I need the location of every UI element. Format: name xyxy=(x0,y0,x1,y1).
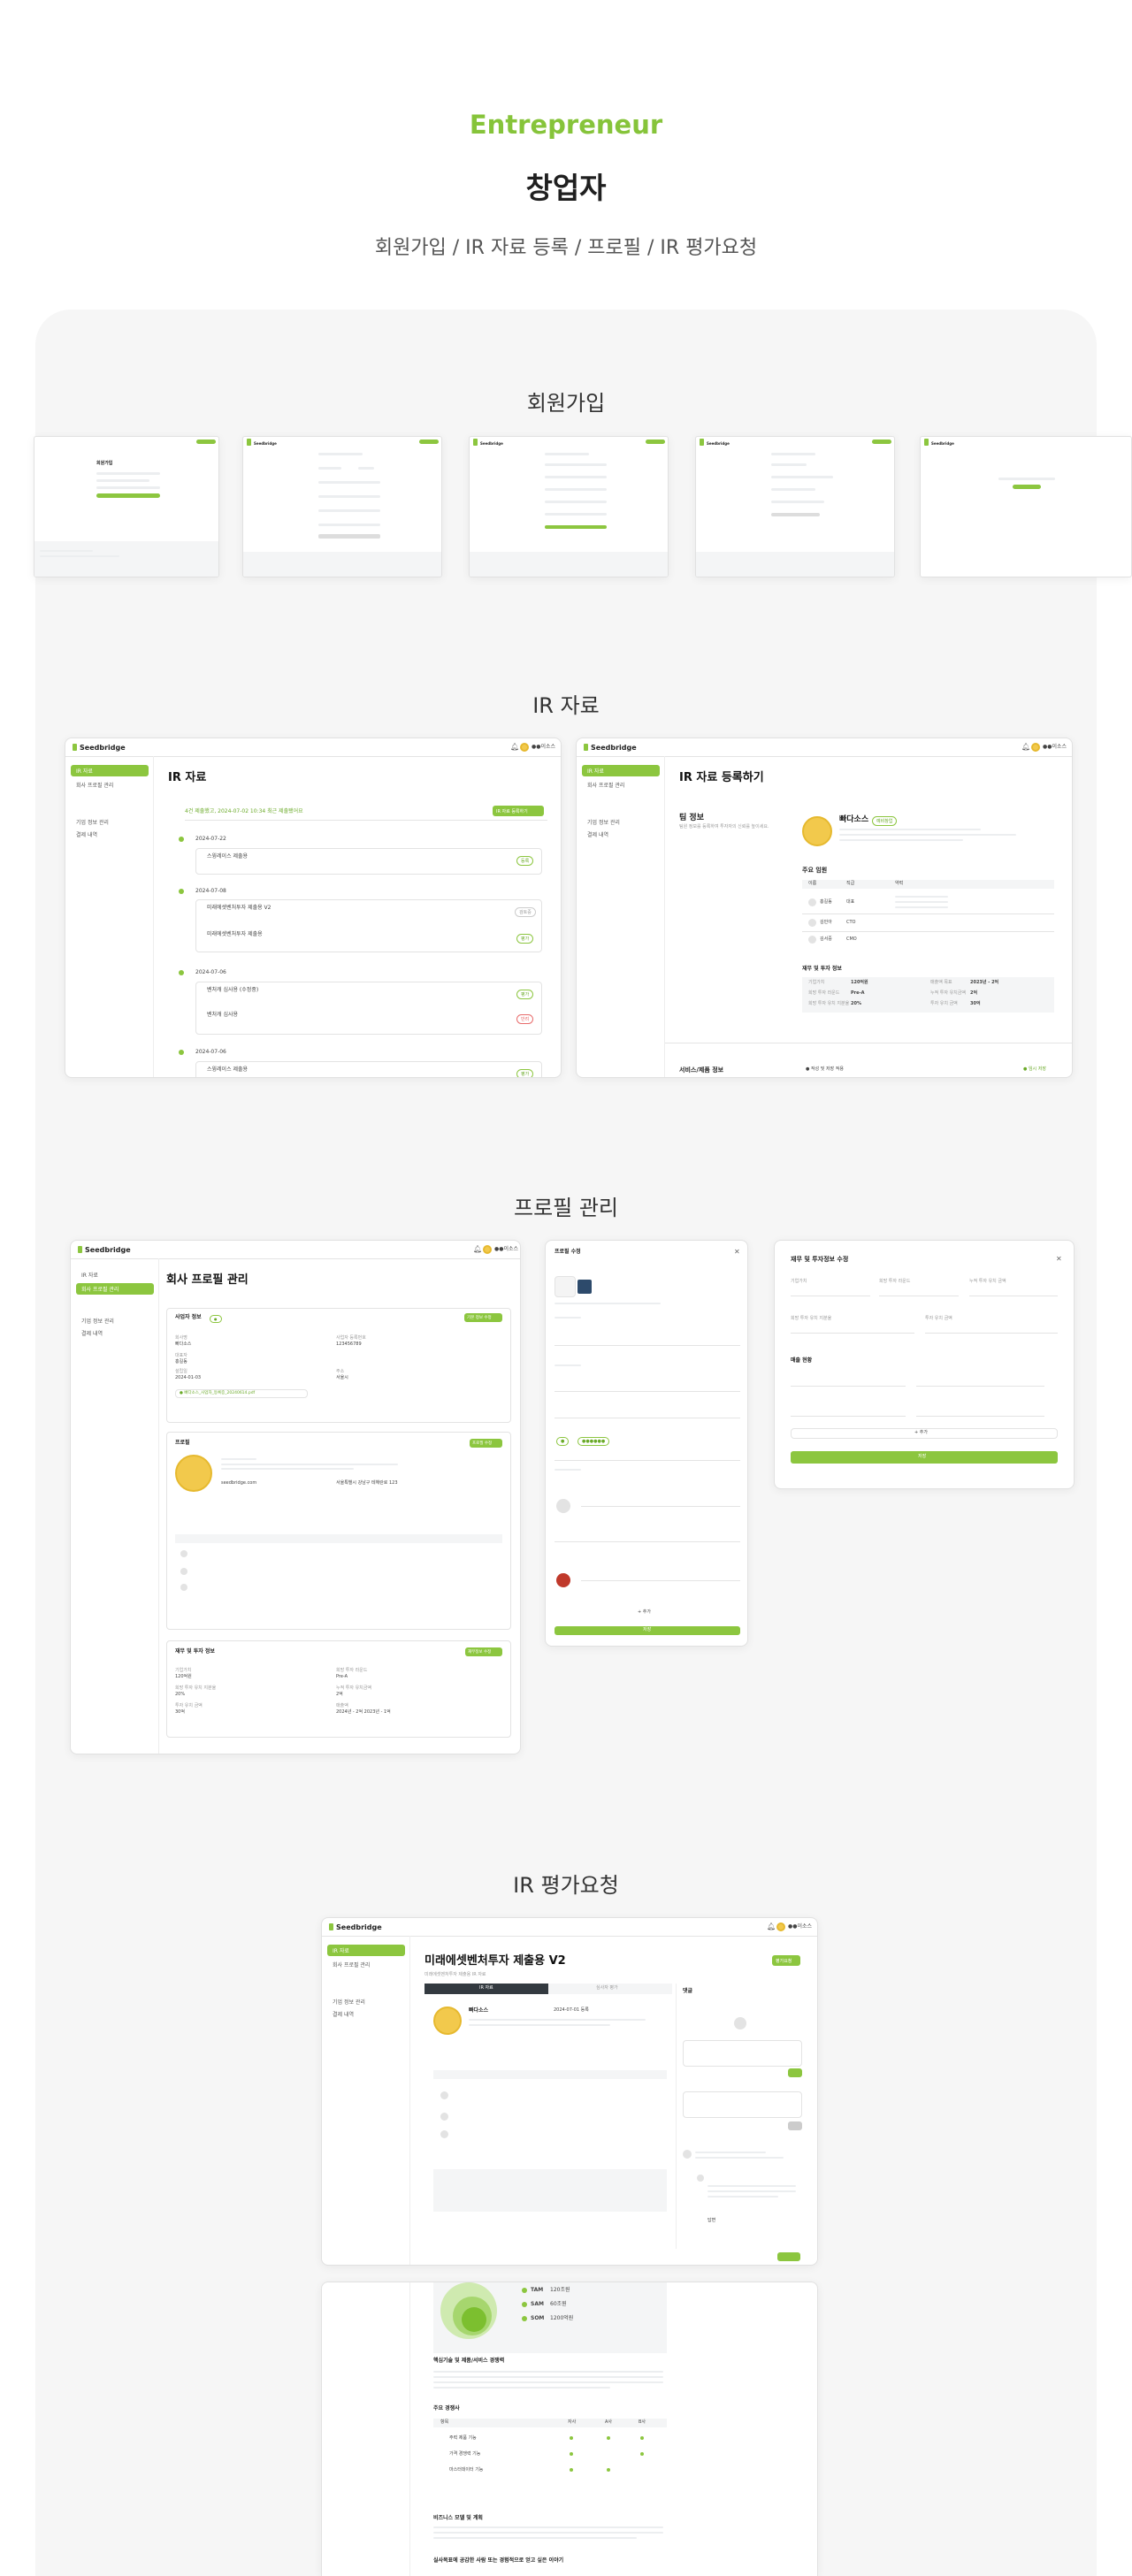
page-title: 미래에셋벤처투자 제출용 V2 xyxy=(424,1954,566,1968)
company-profile-screen: Seedbridge 🔔︎ ●●이소스 IR 자료 회사 프로필 관리 기업 정… xyxy=(70,1240,521,1754)
close-icon[interactable]: ✕ xyxy=(1056,1255,1062,1263)
section-title-ir: IR 자료 xyxy=(532,693,600,718)
nav-org-info[interactable]: 기업 정보 관리 xyxy=(587,818,620,826)
sidebar xyxy=(65,756,154,1077)
eval-request-button[interactable]: 평가요청 xyxy=(772,1955,800,1966)
company-logo xyxy=(433,2007,462,2035)
nav-org-info[interactable]: 기업 정보 관리 xyxy=(81,1317,114,1325)
signup-disabled-button[interactable] xyxy=(771,513,820,516)
status-badge: 평가 xyxy=(516,1069,534,1077)
company-logo xyxy=(802,816,832,846)
signup-top-button[interactable] xyxy=(872,440,891,444)
signup-top-button[interactable] xyxy=(196,440,216,444)
nav-ir[interactable]: IR 자료 xyxy=(327,1945,405,1956)
ir-register-screen: Seedbridge 🔔︎ ●●이소스 IR 자료 회사 프로필 관리 기업 정… xyxy=(576,738,1073,1078)
nav-org-info[interactable]: 기업 정보 관리 xyxy=(76,818,109,826)
hero-title: 창업자 xyxy=(525,171,607,205)
nav-payment[interactable]: 결제 내역 xyxy=(333,2010,354,2018)
app-logo[interactable]: Seedbridge xyxy=(78,1246,131,1254)
edit-finance-button[interactable]: 재무정보 수정 xyxy=(465,1647,502,1656)
signup-screen-3: Seedbridge xyxy=(469,436,669,577)
app-logo[interactable]: Seedbridge xyxy=(584,744,637,752)
sidebar xyxy=(577,756,665,1077)
nav-company-profile[interactable]: 회사 프로필 관리 xyxy=(587,781,624,789)
bell-icon[interactable]: 🔔︎ xyxy=(767,1922,776,1930)
close-icon[interactable]: ✕ xyxy=(734,1248,740,1256)
page: Entrepreneur 창업자 회원가입 / IR 자료 등록 / 프로필 /… xyxy=(0,0,1132,2576)
edit-basic-info-button[interactable]: 기본 정보 수정 xyxy=(464,1313,502,1322)
tab-ir[interactable]: IR 자료 xyxy=(479,1985,493,1991)
page-title: 회사 프로필 관리 xyxy=(166,1273,249,1287)
signup-screen-2: Seedbridge xyxy=(242,436,442,577)
page-title: IR 자료 등록하기 xyxy=(679,771,764,784)
signup-done-button[interactable] xyxy=(1013,485,1041,489)
section-title-signup: 회원가입 xyxy=(526,391,606,416)
nav-company-profile[interactable]: 회사 프로필 관리 xyxy=(333,1961,370,1968)
status-badge: 등록 xyxy=(516,856,534,866)
avatar[interactable] xyxy=(483,1245,492,1254)
sidebar xyxy=(322,2282,410,2576)
comment-disabled-button[interactable] xyxy=(788,2121,802,2130)
finance-edit-modal: 재무 및 투자정보 수정 ✕ 기업가치 희망 투자 라운드 누적 투자 유치 금… xyxy=(774,1240,1075,1489)
signup-top-button[interactable] xyxy=(646,440,665,444)
ir-item[interactable] xyxy=(195,848,542,875)
ir-eval-screen: Seedbridge 🔔︎ ●●이소스 IR 자료 회사 프로필 관리 기업 정… xyxy=(321,1917,818,2266)
edit-profile-button[interactable]: 프로필 수정 xyxy=(470,1439,502,1448)
signup-screen-1: 회원가입 xyxy=(34,436,219,577)
sidebar xyxy=(322,1936,410,2265)
nav-company-profile[interactable]: 회사 프로필 관리 xyxy=(76,1283,154,1295)
app-logo[interactable]: Seedbridge xyxy=(73,744,126,752)
signup-next-button[interactable] xyxy=(545,525,607,529)
profile-edit-modal: 프로필 수정 ✕ ● ●●●●●● + 추가 저장 xyxy=(545,1240,748,1647)
signup-disabled-button[interactable] xyxy=(318,534,380,539)
avatar[interactable] xyxy=(520,743,529,752)
ir-list-screen: Seedbridge 🔔︎ ●●이소스 IR 자료 회사 프로필 관리 기업 정… xyxy=(65,738,562,1078)
signup-screen-4: Seedbridge xyxy=(695,436,895,577)
company-logo xyxy=(175,1455,212,1492)
status-badge: 평가 xyxy=(516,990,534,999)
hero-section: Entrepreneur 창업자 회원가입 / IR 자료 등록 / 프로필 /… xyxy=(0,0,1132,301)
signup-screen-5: Seedbridge xyxy=(920,436,1132,577)
comment-submit-button[interactable] xyxy=(788,2068,802,2077)
tab-review[interactable]: 심사자 평가 xyxy=(596,1985,618,1991)
nav-payment[interactable]: 결제 내역 xyxy=(81,1329,103,1337)
bell-icon[interactable]: 🔔︎ xyxy=(510,743,519,751)
save-apply-link[interactable]: ● 작성 및 저장 적용 xyxy=(806,1066,844,1073)
temp-save-link[interactable]: ● 임시 저장 xyxy=(1023,1066,1046,1073)
profile-card xyxy=(166,1432,511,1630)
nav-ir[interactable]: IR 자료 xyxy=(71,765,149,776)
biz-info-card xyxy=(166,1308,511,1423)
bell-icon[interactable]: 🔔︎ xyxy=(473,1245,482,1253)
nav-ir[interactable]: IR 자료 xyxy=(81,1271,98,1279)
bell-icon[interactable]: 🔔︎ xyxy=(1021,743,1030,751)
ir-banner: 4건 제출했고, 2024-07-02 10:34 최근 제출됐어요 xyxy=(185,808,303,814)
app-logo[interactable]: Seedbridge xyxy=(329,1923,382,1931)
som-circle xyxy=(462,2307,486,2332)
signup-top-button[interactable] xyxy=(419,440,439,444)
ir-register-button[interactable]: IR 자료 등록하기 xyxy=(493,806,544,816)
avatar[interactable] xyxy=(776,1922,785,1931)
status-badge: 평가 xyxy=(516,934,534,944)
add-revenue-button[interactable]: + 추가 xyxy=(914,1430,928,1436)
nav-org-info[interactable]: 기업 정보 관리 xyxy=(333,1998,365,2006)
biz-license-file[interactable]: ● 빠다소스_사업자_등록증_20240614.pdf xyxy=(180,1391,255,1396)
status-badge: 반려 xyxy=(516,1014,534,1024)
signup-next-button[interactable] xyxy=(96,493,160,498)
nav-ir[interactable]: IR 자료 xyxy=(582,765,660,776)
status-badge: 검토중 xyxy=(515,907,536,917)
hero-subtitle: 회원가입 / IR 자료 등록 / 프로필 / IR 평가요청 xyxy=(374,237,758,259)
section-title-eval: IR 평가요청 xyxy=(513,1873,619,1898)
nav-payment[interactable]: 결제 내역 xyxy=(587,830,608,838)
page-title: IR 자료 xyxy=(168,771,207,784)
avatar[interactable] xyxy=(1031,743,1040,752)
nav-company-profile[interactable]: 회사 프로필 관리 xyxy=(76,781,113,789)
section-title-profile: 프로필 관리 xyxy=(513,1196,619,1220)
reply-submit-button[interactable] xyxy=(777,2252,800,2261)
ir-detail-screen: TAM 120조원 SAM 60조원 SOM 1200억원 핵심기술 및 제품/서비스… xyxy=(321,2282,818,2576)
nav-payment[interactable]: 결제 내역 xyxy=(76,830,97,838)
hero-eyebrow: Entrepreneur xyxy=(469,110,663,140)
